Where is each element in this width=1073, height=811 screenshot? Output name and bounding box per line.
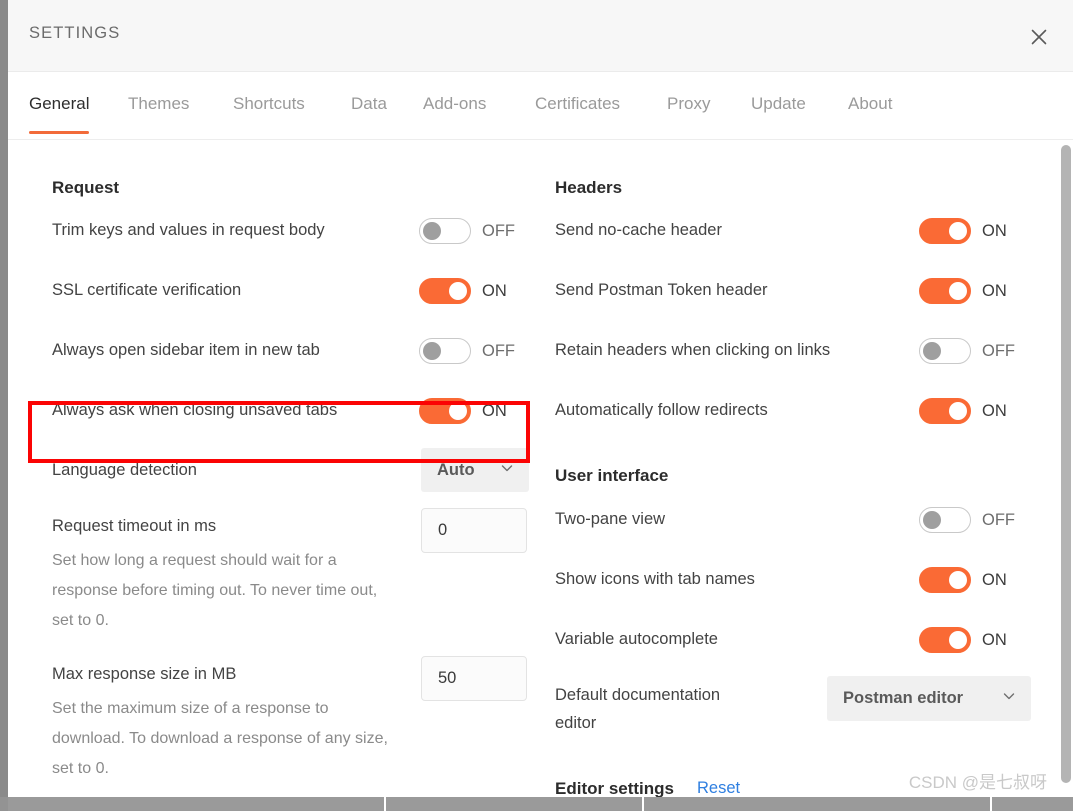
toggle-row-open-sidebar-new-tab: OFF bbox=[419, 338, 515, 364]
toggle-state-postman-token-header: ON bbox=[982, 282, 1007, 301]
toggle-show-icons-tab-names[interactable] bbox=[919, 567, 971, 593]
toggle-state-follow-redirects: ON bbox=[982, 402, 1007, 421]
toggle-ssl-verification[interactable] bbox=[419, 278, 471, 304]
toggle-state-ask-closing-unsaved: ON bbox=[482, 402, 507, 421]
settings-header: SETTINGS bbox=[8, 0, 1073, 72]
toggle-knob bbox=[923, 342, 941, 360]
setting-label-request-timeout: Request timeout in ms bbox=[52, 514, 216, 539]
toggle-row-variable-autocomplete: ON bbox=[919, 627, 1007, 653]
close-icon bbox=[1029, 27, 1049, 47]
toggle-postman-token-header[interactable] bbox=[919, 278, 971, 304]
setting-label-ask-closing-unsaved: Always ask when closing unsaved tabs bbox=[52, 398, 337, 423]
toggle-retain-headers[interactable] bbox=[919, 338, 971, 364]
setting-label-postman-token-header: Send Postman Token header bbox=[555, 278, 768, 303]
dropdown-language-detection[interactable]: Auto bbox=[421, 448, 529, 492]
toggle-open-sidebar-new-tab[interactable] bbox=[419, 338, 471, 364]
toggle-row-retain-headers: OFF bbox=[919, 338, 1015, 364]
setting-label-variable-autocomplete: Variable autocomplete bbox=[555, 627, 718, 652]
toggle-knob bbox=[949, 402, 967, 420]
setting-desc-request-timeout: Set how long a request should wait for a… bbox=[52, 546, 397, 636]
taskbar-segment[interactable] bbox=[992, 797, 1073, 811]
tab-data[interactable]: Data bbox=[351, 94, 387, 134]
toggle-two-pane-view[interactable] bbox=[919, 507, 971, 533]
toggle-follow-redirects[interactable] bbox=[919, 398, 971, 424]
setting-label-trim-keys: Trim keys and values in request body bbox=[52, 218, 325, 243]
taskbar-segment[interactable] bbox=[8, 797, 386, 811]
setting-label-ssl-verification: SSL certificate verification bbox=[52, 278, 241, 303]
vertical-scrollbar-thumb[interactable] bbox=[1061, 145, 1071, 783]
toggle-row-no-cache-header: ON bbox=[919, 218, 1007, 244]
toggle-knob bbox=[449, 282, 467, 300]
tab-general[interactable]: General bbox=[29, 94, 89, 134]
toggle-trim-keys[interactable] bbox=[419, 218, 471, 244]
toggle-knob bbox=[923, 511, 941, 529]
toggle-row-postman-token-header: ON bbox=[919, 278, 1007, 304]
toggle-row-ask-closing-unsaved: ON bbox=[419, 398, 507, 424]
setting-label-default-doc-editor-line2: editor bbox=[555, 711, 596, 736]
tab-themes[interactable]: Themes bbox=[128, 94, 189, 134]
window-left-border bbox=[0, 0, 8, 797]
toggle-knob bbox=[949, 282, 967, 300]
toggle-knob bbox=[423, 342, 441, 360]
setting-desc-max-response-size: Set the maximum size of a response to do… bbox=[52, 694, 402, 784]
setting-label-no-cache-header: Send no-cache header bbox=[555, 218, 722, 243]
section-title-request: Request bbox=[52, 178, 119, 198]
input-max-response-size[interactable] bbox=[421, 656, 527, 701]
toggle-knob bbox=[449, 402, 467, 420]
setting-label-retain-headers: Retain headers when clicking on links bbox=[555, 338, 830, 363]
close-button[interactable] bbox=[1021, 19, 1057, 55]
settings-tab-bar: General Themes Shortcuts Data Add-ons Ce… bbox=[8, 72, 1073, 140]
setting-label-open-sidebar-new-tab: Always open sidebar item in new tab bbox=[52, 338, 320, 363]
tab-update[interactable]: Update bbox=[751, 94, 806, 134]
setting-label-follow-redirects: Automatically follow redirects bbox=[555, 398, 768, 423]
dropdown-value-default-doc-editor: Postman editor bbox=[843, 689, 963, 708]
dropdown-default-doc-editor[interactable]: Postman editor bbox=[827, 676, 1031, 721]
toggle-knob bbox=[949, 222, 967, 240]
toggle-state-no-cache-header: ON bbox=[982, 222, 1007, 241]
taskbar bbox=[0, 797, 1073, 811]
toggle-variable-autocomplete[interactable] bbox=[919, 627, 971, 653]
toggle-knob bbox=[423, 222, 441, 240]
toggle-state-show-icons-tab-names: ON bbox=[982, 571, 1007, 590]
toggle-knob bbox=[949, 631, 967, 649]
chevron-down-icon bbox=[1001, 688, 1017, 709]
chevron-down-icon bbox=[499, 460, 515, 481]
toggle-row-trim-keys: OFF bbox=[419, 218, 515, 244]
section-title-headers: Headers bbox=[555, 178, 622, 198]
toggle-row-follow-redirects: ON bbox=[919, 398, 1007, 424]
toggle-row-ssl-verification: ON bbox=[419, 278, 507, 304]
taskbar-segment[interactable] bbox=[644, 797, 992, 811]
settings-window: SETTINGS General Themes Shortcuts Data A… bbox=[0, 0, 1073, 811]
taskbar-segment[interactable] bbox=[386, 797, 644, 811]
tab-about[interactable]: About bbox=[848, 94, 892, 134]
toggle-state-retain-headers: OFF bbox=[982, 342, 1015, 361]
toggle-state-variable-autocomplete: ON bbox=[982, 631, 1007, 650]
section-title-editor-settings: Editor settings bbox=[555, 779, 674, 797]
page-title: SETTINGS bbox=[29, 24, 120, 43]
reset-link[interactable]: Reset bbox=[697, 779, 740, 797]
toggle-state-open-sidebar-new-tab: OFF bbox=[482, 342, 515, 361]
dropdown-value-language-detection: Auto bbox=[437, 461, 475, 480]
tab-add-ons[interactable]: Add-ons bbox=[423, 94, 486, 134]
setting-label-show-icons-tab-names: Show icons with tab names bbox=[555, 567, 755, 592]
setting-label-default-doc-editor-line1: Default documentation bbox=[555, 683, 720, 708]
toggle-knob bbox=[949, 571, 967, 589]
toggle-state-two-pane-view: OFF bbox=[982, 511, 1015, 530]
setting-label-max-response-size: Max response size in MB bbox=[52, 662, 236, 687]
settings-content: Request Trim keys and values in request … bbox=[8, 141, 1073, 797]
tab-proxy[interactable]: Proxy bbox=[667, 94, 710, 134]
toggle-ask-closing-unsaved[interactable] bbox=[419, 398, 471, 424]
toggle-no-cache-header[interactable] bbox=[919, 218, 971, 244]
toggle-row-show-icons-tab-names: ON bbox=[919, 567, 1007, 593]
toggle-state-ssl-verification: ON bbox=[482, 282, 507, 301]
vertical-scrollbar-track[interactable] bbox=[1058, 141, 1073, 797]
input-request-timeout[interactable] bbox=[421, 508, 527, 553]
setting-label-two-pane-view: Two-pane view bbox=[555, 507, 665, 532]
setting-label-language-detection: Language detection bbox=[52, 458, 197, 483]
toggle-row-two-pane-view: OFF bbox=[919, 507, 1015, 533]
toggle-state-trim-keys: OFF bbox=[482, 222, 515, 241]
tab-certificates[interactable]: Certificates bbox=[535, 94, 620, 134]
section-title-user-interface: User interface bbox=[555, 466, 668, 486]
tab-shortcuts[interactable]: Shortcuts bbox=[233, 94, 305, 134]
